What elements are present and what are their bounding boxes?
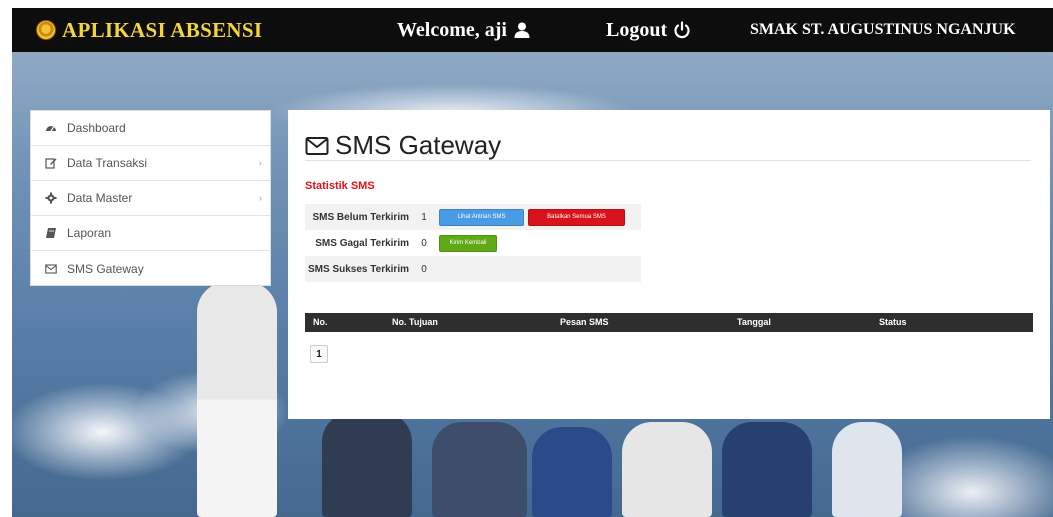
sidebar-item-label: SMS Gateway xyxy=(67,261,144,276)
dashboard-icon xyxy=(46,126,56,132)
stats-table: SMS Belum Terkirim 1 Lihat Antrian SMS B… xyxy=(305,204,641,282)
cancel-all-sms-button[interactable]: Batalkan Semua SMS xyxy=(528,208,625,226)
stat-row-failed: SMS Gagal Terkirim 0 Kirim Kembali xyxy=(305,230,641,256)
background-figure xyxy=(722,422,812,517)
top-navbar: APLIKASI ABSENSI Welcome, aji Logout SMA… xyxy=(12,8,1053,52)
app-brand[interactable]: APLIKASI ABSENSI xyxy=(36,8,262,52)
sidebar-item-label: Laporan xyxy=(67,226,112,240)
stat-row-success: SMS Sukses Terkirim 0 xyxy=(305,256,641,282)
background-figure xyxy=(622,422,712,517)
envelope-icon xyxy=(305,136,329,155)
sidebar-item-data-master[interactable]: Data Master › xyxy=(31,181,270,216)
sidebar-item-label: Dashboard xyxy=(67,121,126,135)
page-title-text: SMS Gateway xyxy=(335,130,502,160)
stat-value: 0 xyxy=(421,263,427,275)
column-header[interactable]: Tanggal xyxy=(737,317,771,327)
resend-button[interactable]: Kirim Kembali xyxy=(439,234,497,252)
stat-label: SMS Gagal Terkirim xyxy=(315,237,409,249)
sms-table: No. No. Tujuan Pesan SMS Tanggal Status xyxy=(305,313,1033,332)
background-figure xyxy=(532,427,612,517)
logout-button[interactable]: Logout xyxy=(606,8,691,52)
sidebar-item-dashboard[interactable]: Dashboard xyxy=(31,111,270,146)
sidebar-item-data-transaksi[interactable]: Data Transaksi › xyxy=(31,146,270,181)
view-queue-button[interactable]: Lihat Antrian SMS xyxy=(439,208,524,226)
sidebar-menu: Dashboard Data Transaksi › Data Master ›… xyxy=(30,110,271,286)
app-title: APLIKASI ABSENSI xyxy=(62,17,263,42)
pagination-page-button[interactable]: 1 xyxy=(310,345,328,363)
sidebar-item-label: Data Master xyxy=(67,191,133,205)
stat-label: SMS Sukses Terkirim xyxy=(308,263,409,275)
chevron-right-icon: › xyxy=(258,193,262,204)
welcome-text: Welcome, aji xyxy=(397,18,507,41)
chevron-right-icon: › xyxy=(258,158,262,169)
divider xyxy=(305,160,1031,161)
school-name: SMAK ST. AUGUSTINUS NGANJUK xyxy=(750,21,1016,38)
background-figure xyxy=(432,422,527,517)
gear-icon xyxy=(45,192,57,204)
background-figure xyxy=(322,412,412,517)
column-header[interactable]: Status xyxy=(879,317,907,327)
column-header[interactable]: No. Tujuan xyxy=(392,317,438,327)
welcome-user: Welcome, aji xyxy=(397,8,531,52)
envelope-icon xyxy=(45,263,57,274)
stat-value: 0 xyxy=(421,237,427,249)
stat-row-unsent: SMS Belum Terkirim 1 Lihat Antrian SMS B… xyxy=(305,204,641,230)
edit-icon xyxy=(45,158,57,169)
stats-heading: Statistik SMS xyxy=(305,180,375,192)
sidebar-item-sms-gateway[interactable]: SMS Gateway xyxy=(31,251,270,286)
stat-value: 1 xyxy=(421,211,427,223)
background-figure xyxy=(197,282,277,517)
logout-label: Logout xyxy=(606,18,668,41)
stat-label: SMS Belum Terkirim xyxy=(312,211,409,223)
background-figure xyxy=(832,422,902,517)
table-header: No. No. Tujuan Pesan SMS Tanggal Status xyxy=(305,313,1033,332)
school-logo-icon xyxy=(36,20,56,40)
power-icon xyxy=(674,21,690,39)
content-panel: SMS Gateway Statistik SMS SMS Belum Terk… xyxy=(288,110,1050,419)
page-title: SMS Gateway xyxy=(305,130,501,161)
column-header[interactable]: No. xyxy=(313,317,328,327)
book-icon xyxy=(46,228,56,238)
user-icon xyxy=(514,22,530,38)
sidebar-item-label: Data Transaksi xyxy=(67,156,148,170)
column-header[interactable]: Pesan SMS xyxy=(560,317,609,327)
sidebar-item-laporan[interactable]: Laporan xyxy=(31,216,270,251)
